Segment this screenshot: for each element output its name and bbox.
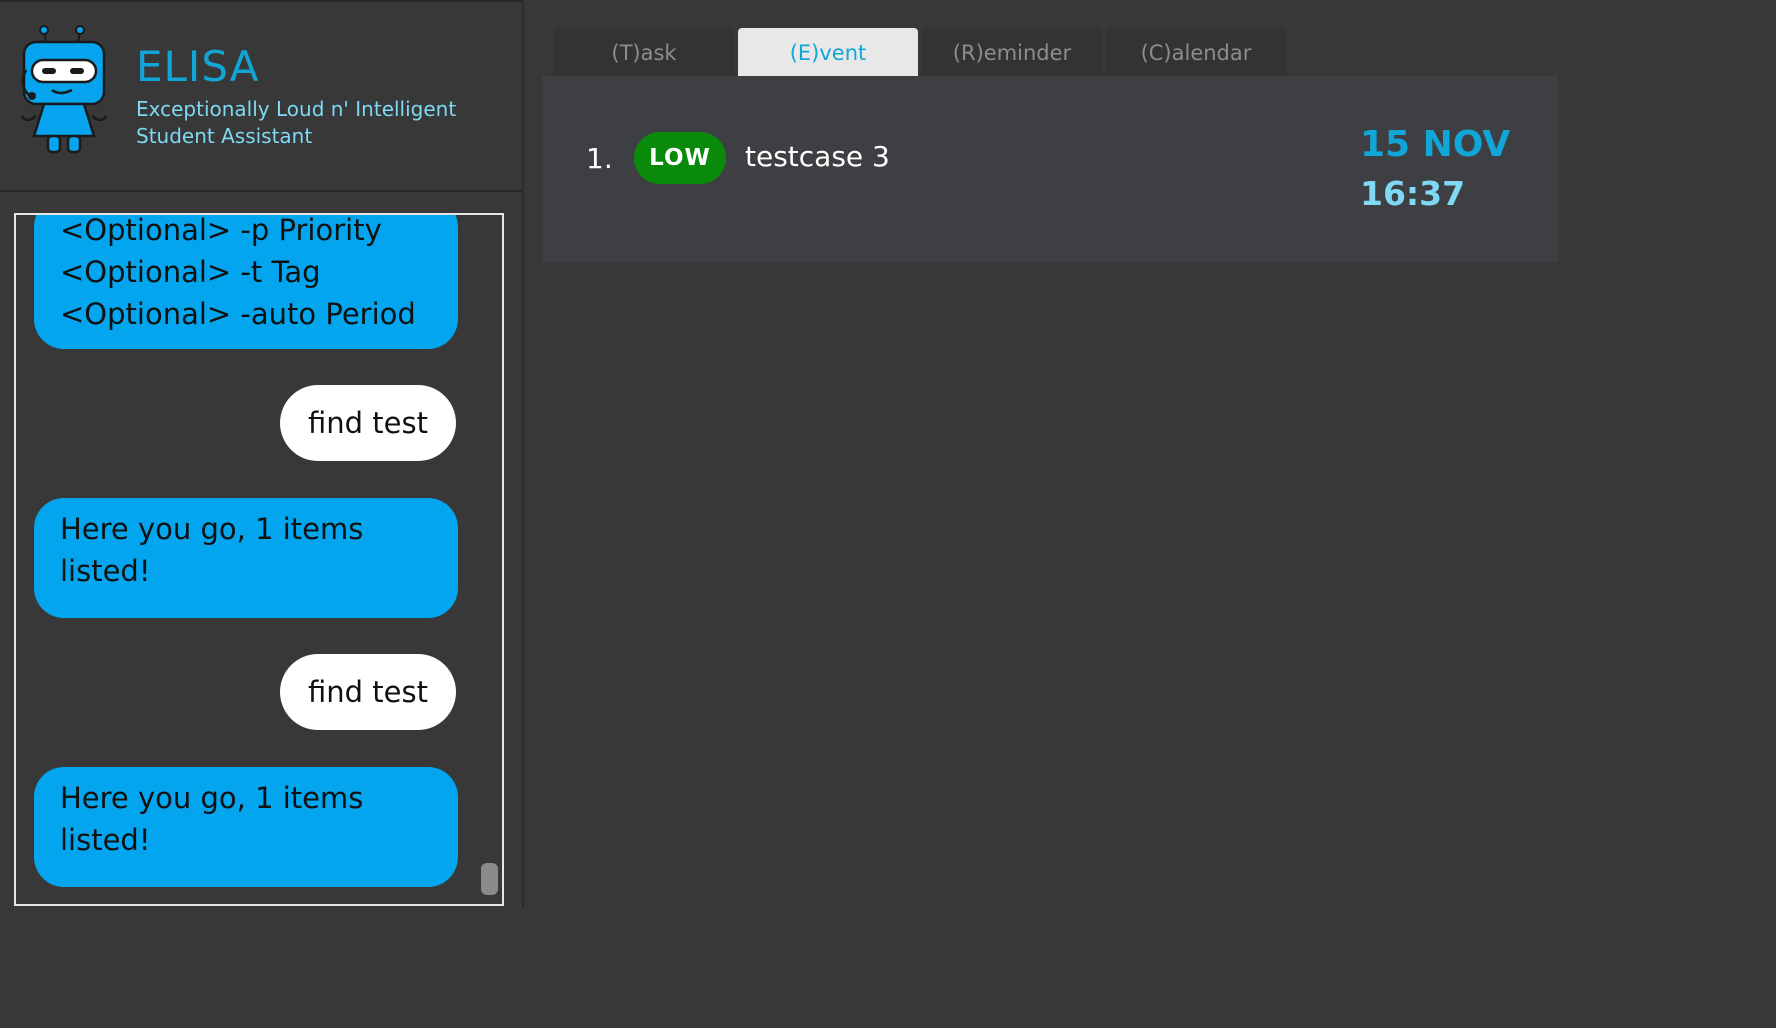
tab-event[interactable]: (E)vent	[738, 28, 918, 76]
app-subtitle: Exceptionally Loud n' Intelligent Studen…	[136, 97, 457, 148]
priority-badge: LOW	[634, 132, 726, 184]
event-list: 1. LOW testcase 3 15 NOV 16:37	[542, 76, 1558, 262]
bot-message-bubble: <Optional> -p Priority <Optional> -t Tag…	[34, 215, 458, 349]
chat-scrollbar-thumb[interactable]	[481, 863, 498, 895]
tab-calendar[interactable]: (C)alendar	[1106, 28, 1286, 76]
event-date: 15 NOV	[1360, 124, 1511, 165]
app-header: ELISA Exceptionally Loud n' Intelligent …	[0, 0, 522, 192]
left-panel: ELISA Exceptionally Loud n' Intelligent …	[0, 0, 524, 908]
robot-icon	[20, 25, 108, 154]
tab-task[interactable]: (T)ask	[554, 28, 734, 76]
bot-message-bubble: Here you go, 1 items listed!	[34, 767, 458, 887]
event-time: 16:37	[1360, 174, 1466, 213]
chat-history[interactable]: <Optional> -p Priority <Optional> -t Tag…	[14, 213, 504, 906]
event-index: 1.	[586, 142, 613, 175]
bot-message-bubble: Here you go, 1 items listed!	[34, 498, 458, 618]
event-description: testcase 3	[745, 140, 890, 173]
app-title: ELISA	[136, 42, 260, 91]
user-message-bubble: find test	[280, 385, 456, 461]
user-message-bubble: find test	[280, 654, 456, 730]
tab-reminder[interactable]: (R)eminder	[922, 28, 1102, 76]
